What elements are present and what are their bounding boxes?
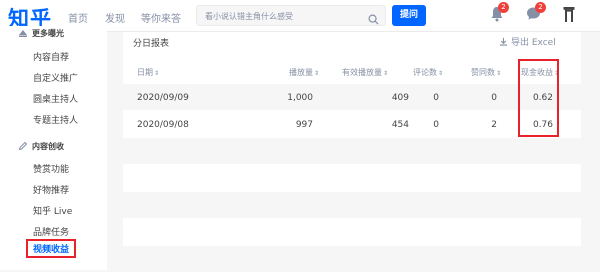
- sidebar-item-brand-tasks[interactable]: 品牌任务: [33, 225, 69, 238]
- cell-upvotes: 0: [491, 93, 497, 103]
- cell-date: 2020/09/09: [137, 93, 189, 103]
- section-content-monetization: 内容创收: [18, 141, 64, 152]
- nav-waiting-answers[interactable]: 等你来答: [141, 10, 181, 25]
- search-box: [196, 5, 386, 26]
- section-more-exposure: 更多曝光: [18, 28, 64, 39]
- cell-comments: 0: [433, 120, 439, 130]
- column-header-comments[interactable]: 评论数⇕: [413, 67, 443, 78]
- empty-row: [123, 192, 581, 218]
- export-label: 导出 Excel: [511, 38, 556, 48]
- empty-row: [123, 246, 581, 272]
- cell-date: 2020/09/08: [137, 120, 189, 130]
- column-header-effective-plays[interactable]: 有效播放量⇕: [342, 67, 388, 78]
- sort-icon: ⇕: [496, 70, 502, 77]
- sidebar-item-roundtable-host[interactable]: 圆桌主持人: [33, 92, 78, 105]
- message-icon[interactable]: 2: [526, 2, 546, 25]
- column-header-plays[interactable]: 播放量⇕: [289, 67, 319, 78]
- sort-icon: ⇕: [438, 70, 444, 77]
- sort-icon: ⇕: [154, 70, 160, 77]
- search-input[interactable]: [205, 9, 365, 23]
- search-icon[interactable]: [368, 10, 379, 29]
- column-header-upvotes[interactable]: 赞同数⇕: [471, 67, 501, 78]
- sidebar-item-appreciation[interactable]: 赞赏功能: [33, 162, 69, 175]
- notification-bell-icon[interactable]: 2: [490, 2, 509, 26]
- notification-count-badge: 2: [498, 2, 509, 13]
- creator-sidebar: 更多曝光 内容自荐 自定义推广 圆桌主持人 专题主持人 内容创收 赞赏功能 好物…: [0, 26, 107, 270]
- empty-row: [123, 219, 581, 245]
- exposure-icon: [18, 28, 28, 40]
- sidebar-item-zhihu-live[interactable]: 知乎 Live: [33, 204, 72, 217]
- daily-report-card: 分日报表 导出 Excel 日期⇕ 播放量⇕ 有效播放量⇕ 评论数⇕ 赞同数⇕ …: [123, 32, 581, 272]
- empty-row: [123, 138, 581, 164]
- cell-upvotes: 2: [491, 120, 497, 130]
- cell-plays: 997: [295, 120, 313, 130]
- section-title: 更多曝光: [32, 29, 64, 38]
- table-row: 2020/09/08 997 454 0 2 0.76: [123, 111, 581, 137]
- sidebar-item-self-recommend[interactable]: 内容自荐: [33, 50, 69, 63]
- sidebar-item-video-earnings[interactable]: 视频收益: [26, 239, 77, 258]
- download-icon: [499, 37, 508, 46]
- sidebar-item-product-recommend[interactable]: 好物推荐: [33, 183, 69, 196]
- export-excel-button[interactable]: 导出 Excel: [499, 35, 556, 48]
- sort-icon: ⇕: [383, 70, 389, 77]
- sidebar-item-custom-promotion[interactable]: 自定义推广: [33, 71, 78, 84]
- pencil-icon: [18, 141, 28, 153]
- cell-effective-plays: 454: [391, 120, 409, 130]
- ask-question-button[interactable]: 提问: [392, 5, 426, 26]
- cell-comments: 0: [433, 93, 439, 103]
- cell-plays: 1,000: [287, 93, 313, 103]
- cash-earnings-highlight-box: [518, 59, 559, 137]
- nav-home[interactable]: 首页: [68, 10, 88, 25]
- section-title: 内容创收: [32, 142, 64, 151]
- empty-row: [123, 165, 581, 191]
- cell-effective-plays: 409: [391, 93, 409, 103]
- table-row: 2020/09/09 1,000 409 0 0 0.62: [123, 84, 581, 110]
- sidebar-item-topic-host[interactable]: 专题主持人: [33, 113, 78, 126]
- table-header: 日期⇕ 播放量⇕ 有效播放量⇕ 评论数⇕ 赞同数⇕ 现金收益⇕: [123, 58, 581, 84]
- nav-discover[interactable]: 发现: [105, 10, 125, 25]
- message-count-badge: 2: [535, 2, 546, 13]
- column-header-date[interactable]: 日期⇕: [137, 67, 159, 78]
- user-avatar[interactable]: [563, 6, 575, 27]
- report-title: 分日报表: [133, 39, 170, 49]
- sort-icon: ⇕: [314, 70, 320, 77]
